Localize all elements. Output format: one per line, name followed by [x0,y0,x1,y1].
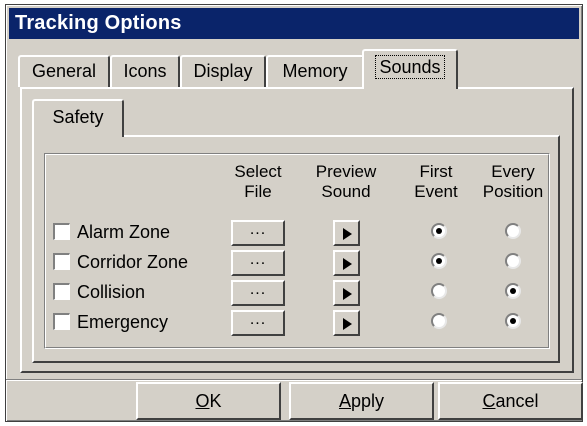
footer-separator [6,379,582,381]
row-label: Collision [77,282,146,302]
tab-label: Memory [282,61,348,81]
collision-checkbox[interactable] [53,283,70,300]
select-file-button[interactable]: ... [231,310,285,336]
every-position-header: Every Position [473,162,553,202]
tab-display[interactable]: Display [180,55,266,87]
play-icon [343,288,352,300]
emergency-checkbox[interactable] [53,313,70,330]
first-event-radio[interactable] [431,223,447,239]
preview-sound-button[interactable] [333,310,360,336]
safety-tab-panel: Select File Preview Sound First Event Ev… [32,135,560,363]
select-file-button[interactable]: ... [231,250,285,276]
accelerator-key: A [338,391,351,411]
header-line: Every [491,162,535,181]
first-event-radio[interactable] [431,253,447,269]
button-label: pply [350,391,385,411]
sound-row-corridor-zone: Corridor Zone ... [45,248,549,278]
every-position-radio[interactable] [505,223,521,239]
tab-label: Display [193,61,253,81]
accelerator-key: O [195,391,210,411]
preview-sound-button[interactable] [333,220,360,246]
row-label: Corridor Zone [77,252,189,272]
window-title: Tracking Options [15,12,182,34]
preview-sound-button[interactable] [333,280,360,306]
apply-button[interactable]: Apply [289,382,434,420]
tab-label: Icons [123,61,167,81]
every-position-radio[interactable] [505,283,521,299]
every-position-radio[interactable] [505,313,521,329]
tab-label: Sounds [375,55,445,79]
tab-label: General [31,61,97,81]
alarm-zone-checkbox[interactable] [53,223,70,240]
ok-button[interactable]: OK [136,382,281,420]
sound-row-emergency: Emergency ... [45,308,549,338]
button-label: K [209,391,222,411]
header-line: File [244,182,272,201]
header-line: Preview [315,162,377,181]
preview-sound-button[interactable] [333,250,360,276]
tracking-options-dialog: Tracking Options General Icons Display M… [5,4,583,422]
sound-row-collision: Collision ... [45,278,549,308]
preview-sound-header: Preview Sound [303,162,389,202]
first-event-radio[interactable] [431,283,447,299]
header-line: Event [414,182,458,201]
play-icon [343,228,352,240]
corridor-zone-checkbox[interactable] [53,253,70,270]
cancel-button[interactable]: Cancel [438,382,583,420]
tab-label: Safety [52,107,104,127]
first-event-radio[interactable] [431,313,447,329]
sound-events-group: Select File Preview Sound First Event Ev… [44,153,550,349]
header-line: First [419,162,453,181]
row-label: Emergency [77,312,169,332]
header-line: Sound [321,182,371,201]
header-line: Position [482,182,544,201]
tab-sounds[interactable]: Sounds [362,49,458,89]
tab-memory[interactable]: Memory [266,55,364,87]
tab-safety[interactable]: Safety [32,99,124,137]
select-file-button[interactable]: ... [231,220,285,246]
select-file-button[interactable]: ... [231,280,285,306]
play-icon [343,318,352,330]
select-file-header: Select File [215,162,301,202]
every-position-radio[interactable] [505,253,521,269]
first-event-header: First Event [401,162,471,202]
title-bar: Tracking Options [9,8,579,39]
sounds-tab-panel: Safety Select File Preview Sound First E… [20,87,574,373]
play-icon [343,258,352,270]
row-label: Alarm Zone [77,222,171,242]
tab-icons[interactable]: Icons [110,55,180,87]
sound-row-alarm-zone: Alarm Zone ... [45,218,549,248]
button-label: ancel [495,391,539,411]
header-line: Select [234,162,282,181]
accelerator-key: C [482,391,496,411]
tab-general[interactable]: General [18,55,110,87]
